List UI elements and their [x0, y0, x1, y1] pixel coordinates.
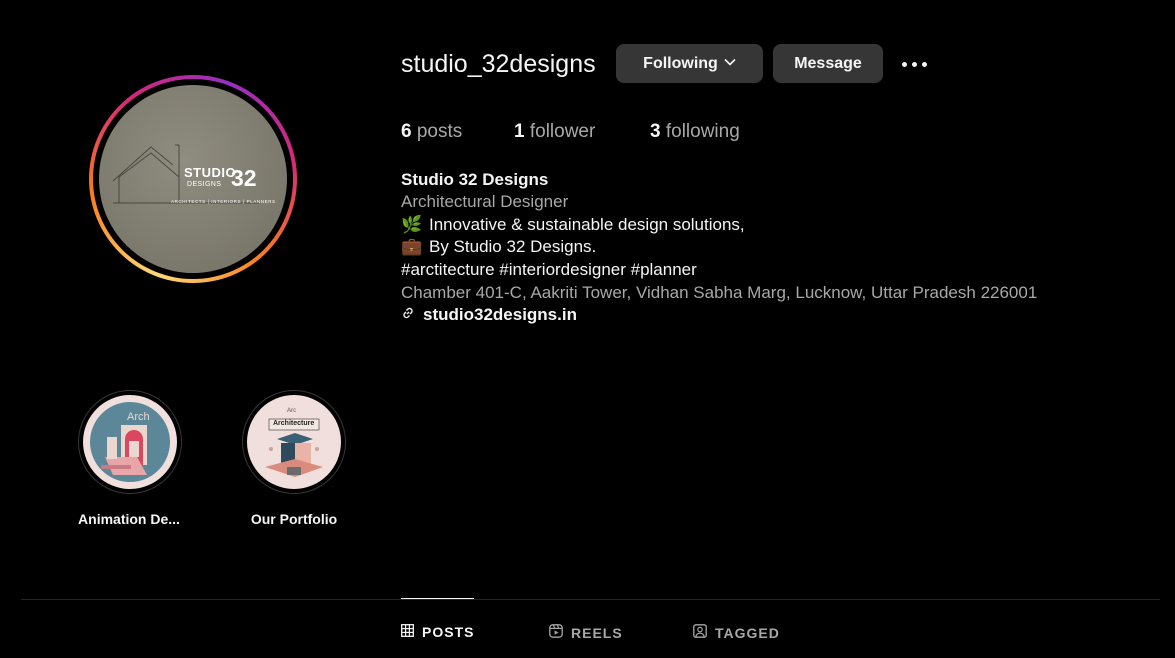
- bio-category: Architectural Designer: [401, 192, 569, 211]
- posts-count-stat: 6 posts: [401, 121, 462, 143]
- profile-username: studio_32designs: [401, 50, 596, 78]
- tab-reels-label: REELS: [571, 624, 623, 641]
- tab-reels[interactable]: REELS: [549, 624, 623, 641]
- dot: [921, 61, 927, 67]
- tab-tagged[interactable]: TAGGED: [693, 624, 780, 641]
- tab-tagged-label: TAGGED: [715, 624, 780, 641]
- dot: [901, 61, 907, 67]
- grid-icon: [401, 624, 414, 640]
- posts-count: 6: [401, 121, 412, 142]
- highlight-cover: Arch: [83, 395, 177, 489]
- logo-designs-text: DESIGNS: [187, 181, 222, 188]
- tab-posts[interactable]: POSTS: [401, 624, 474, 640]
- followers-label: follower: [529, 121, 596, 142]
- followers-count-stat[interactable]: 1 follower: [514, 121, 595, 143]
- message-button[interactable]: Message: [773, 44, 883, 83]
- highlight-cover-small-text: Arc: [287, 408, 296, 414]
- leaf-emoji-icon: 🌿: [401, 215, 423, 234]
- bio-website-link[interactable]: studio32designs.in: [401, 305, 577, 325]
- following-count-stat[interactable]: 3 following: [650, 121, 740, 143]
- bio-line-2-text: By Studio 32 Designs.: [429, 237, 597, 256]
- bio-link-text: studio32designs.in: [423, 305, 577, 324]
- tabs-divider: [21, 599, 1160, 600]
- tagged-icon: [693, 624, 707, 641]
- link-icon: [401, 305, 415, 325]
- highlight-our-portfolio[interactable]: Arc Architecture: [242, 390, 346, 494]
- active-tab-indicator: [401, 598, 474, 599]
- following-label: following: [665, 121, 740, 142]
- bio-line-1-text: Innovative & sustainable design solution…: [429, 215, 745, 234]
- following-button[interactable]: Following: [616, 44, 763, 83]
- following-button-label: Following: [643, 54, 718, 72]
- logo-number: 32: [231, 165, 257, 191]
- bio-address: Chamber 401-C, Aakriti Tower, Vidhan Sab…: [401, 283, 1038, 302]
- posts-label: posts: [416, 121, 463, 142]
- followers-count: 1: [514, 121, 525, 142]
- bio-line-2: 💼 By Studio 32 Designs.: [401, 237, 596, 257]
- profile-avatar-story-ring[interactable]: STUDIO DESIGNS 32 ARCHITECTS | INTERIORS…: [89, 75, 297, 283]
- highlight-animation-designs[interactable]: Arch: [78, 390, 182, 494]
- avatar: STUDIO DESIGNS 32 ARCHITECTS | INTERIORS…: [99, 85, 287, 273]
- highlight-label[interactable]: Our Portfolio: [229, 511, 359, 527]
- highlight-label[interactable]: Animation De...: [64, 511, 194, 527]
- arch-illustration-icon: [90, 402, 170, 482]
- highlight-cover-text: Arch: [127, 411, 150, 423]
- bio-name: Studio 32 Designs: [401, 170, 549, 189]
- more-options-icon[interactable]: [897, 52, 931, 76]
- bio-hashtags[interactable]: #arctitecture #interiordesigner #planner: [401, 260, 697, 280]
- following-count: 3: [650, 121, 661, 142]
- reels-icon: [549, 624, 563, 641]
- tab-posts-label: POSTS: [422, 624, 475, 640]
- bio-line-1: 🌿 Innovative & sustainable design solutio…: [401, 215, 745, 235]
- briefcase-emoji-icon: 💼: [401, 237, 423, 256]
- highlight-cover: Arc Architecture: [247, 395, 341, 489]
- logo-tagline: ARCHITECTS | INTERIORS | PLANNERS: [171, 199, 276, 204]
- dot: [911, 61, 917, 67]
- logo-studio-text: STUDIO: [184, 165, 237, 180]
- chevron-down-icon: [724, 57, 736, 69]
- highlight-cover-text: Architecture: [273, 420, 315, 427]
